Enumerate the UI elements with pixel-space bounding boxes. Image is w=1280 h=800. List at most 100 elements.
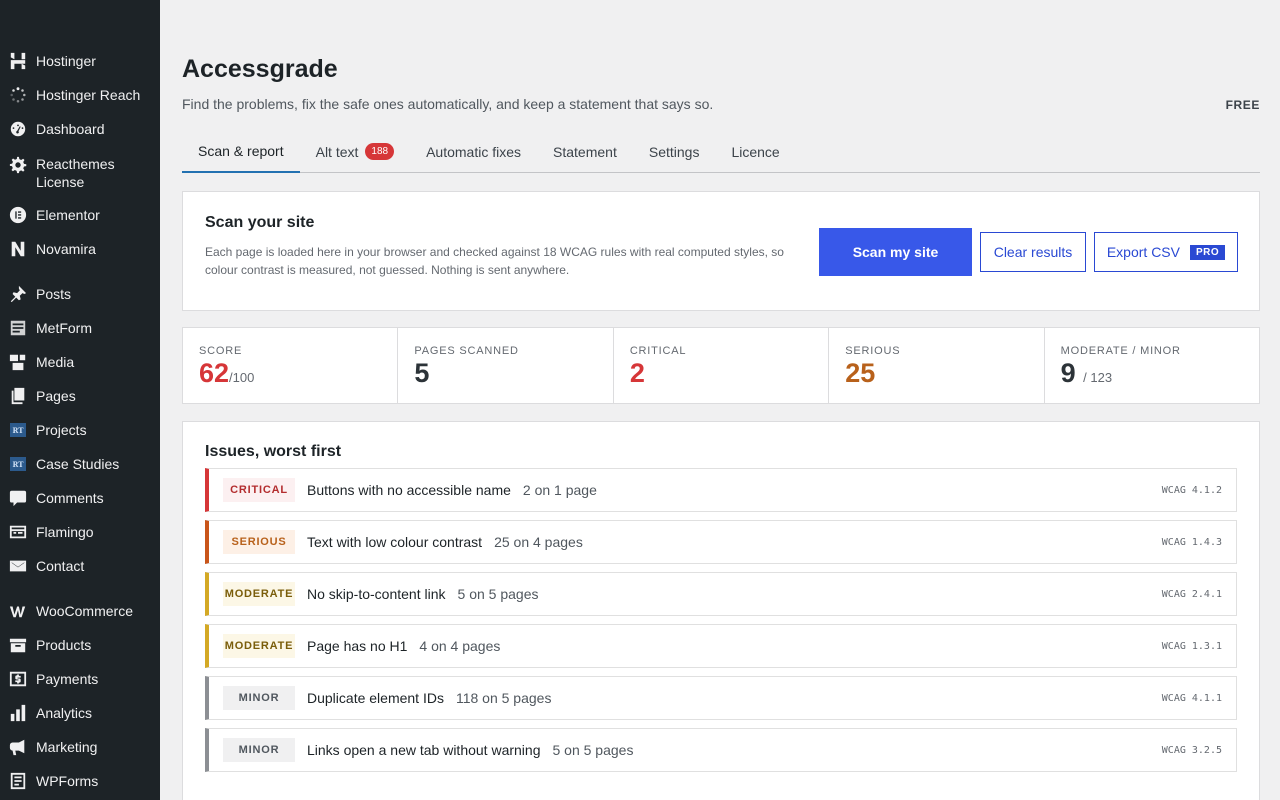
wpforms-icon xyxy=(8,771,28,791)
issue-name: No skip-to-content link xyxy=(307,586,446,602)
page-subtitle: Find the problems, fix the safe ones aut… xyxy=(182,96,714,112)
moderate-value: 9 xyxy=(1060,358,1076,388)
sidebar-item-media[interactable]: Media xyxy=(0,345,160,379)
wcag-ref: WCAG 3.2.5 xyxy=(1161,744,1222,756)
novamira-n-icon xyxy=(8,239,28,259)
critical-value: 2 xyxy=(629,358,645,388)
sidebar-item-elementor[interactable]: Elementor xyxy=(0,198,160,232)
clear-results-button[interactable]: Clear results xyxy=(980,232,1086,272)
issue-name: Duplicate element IDs xyxy=(307,690,444,706)
stat-score: SCORE 62/100 xyxy=(183,328,399,403)
scan-card: Scan your site Each page is loaded here … xyxy=(182,191,1260,311)
severity-badge: MODERATE xyxy=(223,634,295,658)
severity-badge: MODERATE xyxy=(223,582,295,606)
issue-row[interactable]: MINOR Duplicate element IDs 118 on 5 pag… xyxy=(205,676,1237,720)
severity-badge: SERIOUS xyxy=(223,530,295,554)
sidebar-item-products[interactable]: Products xyxy=(0,628,160,662)
issue-name: Text with low colour contrast xyxy=(307,534,483,550)
pages-scanned-value: 5 xyxy=(414,358,430,388)
pushpin-icon xyxy=(8,284,28,304)
sidebar-item-hostinger[interactable]: Hostinger xyxy=(0,44,160,78)
sidebar-item-contact[interactable]: Contact xyxy=(0,549,160,583)
sidebar-item-hostinger-reach[interactable]: Hostinger Reach xyxy=(0,78,160,112)
sidebar-item-analytics[interactable]: Analytics xyxy=(0,696,160,730)
sidebar-item-wpforms[interactable]: WPForms xyxy=(0,764,160,798)
tab-statement[interactable]: Statement xyxy=(537,130,633,173)
page-title: Accessgrade xyxy=(182,55,338,83)
issues-title: Issues, worst first xyxy=(205,443,342,460)
gear-icon xyxy=(8,155,28,175)
issue-row[interactable]: MODERATE No skip-to-content link 5 on 5 … xyxy=(205,572,1237,616)
sidebar-item-flamingo[interactable]: Flamingo xyxy=(0,515,160,549)
issue-row[interactable]: MODERATE Page has no H1 4 on 4 pages WCA… xyxy=(205,624,1237,668)
envelope-icon xyxy=(8,556,28,576)
sidebar-item-reacthemes-license[interactable]: Reacthemes License xyxy=(0,146,160,198)
wcag-ref: WCAG 1.4.3 xyxy=(1161,536,1222,548)
sidebar-item-marketing[interactable]: Marketing xyxy=(0,730,160,764)
media-icon xyxy=(8,352,28,372)
tab-settings[interactable]: Settings xyxy=(633,130,716,173)
hostinger-logo-icon xyxy=(8,51,28,71)
issue-list: CRITICAL Buttons with no accessible name… xyxy=(205,468,1237,780)
plan-badge: FREE xyxy=(1225,98,1260,112)
bar-chart-icon xyxy=(8,703,28,723)
dashboard-gauge-icon xyxy=(8,119,28,139)
sidebar-item-novamira[interactable]: Novamira xyxy=(0,232,160,266)
sidebar-item-comments[interactable]: Comments xyxy=(0,481,160,515)
sidebar-item-dashboard[interactable]: Dashboard xyxy=(0,112,160,146)
woocommerce-icon xyxy=(8,601,28,621)
tab-automatic-fixes[interactable]: Automatic fixes xyxy=(410,130,537,173)
stat-serious: SERIOUS 25 xyxy=(829,328,1045,403)
issue-row[interactable]: MINOR Links open a new tab without warni… xyxy=(205,728,1237,772)
sidebar-item-pages[interactable]: Pages xyxy=(0,379,160,413)
export-csv-button[interactable]: Export CSV PRO xyxy=(1094,232,1238,272)
stats-bar: SCORE 62/100 PAGES SCANNED 5 CRITICAL 2 … xyxy=(182,327,1260,404)
sidebar-separator xyxy=(0,583,160,594)
elementor-icon xyxy=(8,205,28,225)
scan-description: Each page is loaded here in your browser… xyxy=(205,245,784,277)
issue-count: 5 on 5 pages xyxy=(552,742,634,758)
tab-bar: Scan & report Alt text 188 Automatic fixe… xyxy=(182,130,1260,173)
issue-row[interactable]: SERIOUS Text with low colour contrast 25… xyxy=(205,520,1237,564)
tab-scan-report[interactable]: Scan & report xyxy=(182,130,300,173)
severity-badge: MINOR xyxy=(223,686,295,710)
alt-text-count-badge: 188 xyxy=(365,143,395,160)
wcag-ref: WCAG 4.1.2 xyxy=(1161,484,1222,496)
stat-pages-scanned: PAGES SCANNED 5 xyxy=(398,328,614,403)
flamingo-icon xyxy=(8,522,28,542)
issues-card: Issues, worst first CRITICAL Buttons wit… xyxy=(182,421,1260,800)
sidebar-item-case-studies[interactable]: RT Case Studies xyxy=(0,447,160,481)
issue-count: 2 on 1 page xyxy=(522,482,597,498)
sidebar-item-woocommerce[interactable]: WooCommerce xyxy=(0,594,160,628)
sidebar-item-payments[interactable]: Payments xyxy=(0,662,160,696)
issue-name: Buttons with no accessible name xyxy=(307,482,511,498)
issue-count: 25 on 4 pages xyxy=(494,534,583,550)
stat-moderate-minor: MODERATE / MINOR 9 / 123 xyxy=(1060,345,1181,388)
pages-icon xyxy=(8,386,28,406)
sidebar-item-metform[interactable]: MetForm xyxy=(0,311,160,345)
comment-bubble-icon xyxy=(8,488,28,508)
wcag-ref: WCAG 2.4.1 xyxy=(1161,588,1222,600)
serious-value: 25 xyxy=(845,358,876,388)
severity-badge: CRITICAL xyxy=(223,478,295,502)
tab-alt-text[interactable]: Alt text 188 xyxy=(300,130,410,173)
tab-licence[interactable]: Licence xyxy=(715,130,795,173)
severity-badge: MINOR xyxy=(223,738,295,762)
issue-count: 118 on 5 pages xyxy=(455,690,552,706)
issue-count: 5 on 5 pages xyxy=(457,586,539,602)
rt-badge-icon: RT xyxy=(8,454,28,474)
rt-badge-icon: RT xyxy=(8,420,28,440)
issue-count: 4 on 4 pages xyxy=(419,638,501,654)
sidebar-separator xyxy=(0,266,160,277)
wcag-ref: WCAG 1.3.1 xyxy=(1161,640,1222,652)
dollar-card-icon xyxy=(8,669,28,689)
sidebar-item-projects[interactable]: RT Projects xyxy=(0,413,160,447)
issue-name: Links open a new tab without warning xyxy=(307,742,541,758)
score-value: 62 xyxy=(199,358,230,388)
wcag-ref: WCAG 4.1.1 xyxy=(1161,692,1222,704)
sidebar-item-posts[interactable]: Posts xyxy=(0,277,160,311)
stat-critical: CRITICAL 2 xyxy=(614,328,830,403)
issue-row[interactable]: CRITICAL Buttons with no accessible name… xyxy=(205,468,1237,512)
admin-sidebar: Hostinger Hostinger Reach Dashboard Reac… xyxy=(0,0,160,800)
scan-site-button[interactable]: Scan my site xyxy=(819,228,972,276)
